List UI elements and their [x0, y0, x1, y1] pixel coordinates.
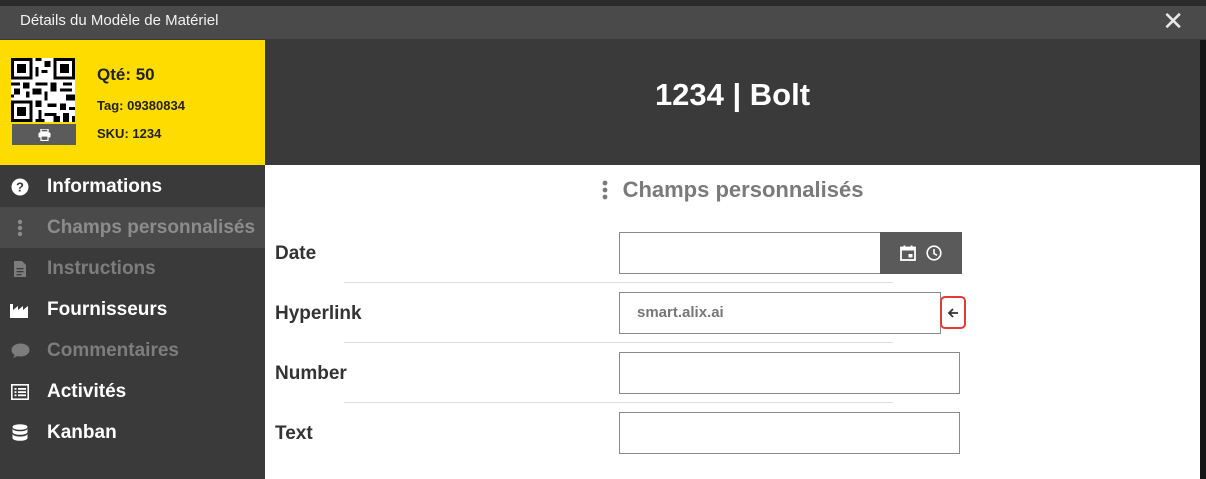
clock-icon [926, 245, 942, 261]
sidebar-item-kanban[interactable]: Kanban [0, 412, 265, 453]
sidebar-menu: ? Informations Champs personnalisés Inst… [0, 166, 265, 453]
sidebar-item-label: Informations [47, 175, 163, 197]
sidebar-item-champs-personnalises[interactable]: Champs personnalisés [0, 207, 265, 248]
tag-text: Tag: 09380834 [97, 98, 185, 113]
custom-fields-panel: Champs personnalisés Date Hyperlink smar… [265, 165, 1200, 479]
printer-icon [38, 128, 50, 141]
sidebar-item-instructions[interactable]: Instructions [0, 248, 265, 289]
section-title: Champs personnalisés [622, 177, 864, 202]
field-label-date: Date [275, 243, 317, 264]
sidebar-item-label: Activités [47, 380, 127, 402]
sidebar-item-label: Kanban [47, 421, 117, 443]
hyperlink-field[interactable]: smart.alix.ai [619, 292, 941, 334]
text-field[interactable] [619, 412, 960, 454]
open-link-button[interactable] [940, 296, 966, 329]
field-divider [344, 402, 893, 403]
list-icon [10, 383, 30, 400]
sidebar-item-label: Fournisseurs [47, 298, 168, 320]
sidebar-item-fournisseurs[interactable]: Fournisseurs [0, 289, 265, 330]
sidebar: Qté: 50 Tag: 09380834 SKU: 1234 ? Inform… [0, 40, 265, 479]
section-heading: Champs personnalisés [265, 177, 1200, 203]
arrow-left-icon [947, 307, 958, 318]
svg-text:?: ? [16, 179, 24, 194]
date-time-picker-button[interactable] [880, 232, 962, 274]
close-icon[interactable]: ✕ [1162, 7, 1184, 35]
field-divider [344, 282, 893, 283]
vertical-dots-icon [10, 219, 30, 237]
field-label-number: Number [275, 363, 347, 384]
sidebar-item-commentaires[interactable]: Commentaires [0, 330, 265, 371]
sidebar-item-label: Commentaires [47, 339, 179, 361]
speech-bubble-icon [10, 343, 30, 359]
sidebar-item-informations[interactable]: ? Informations [0, 166, 265, 207]
document-icon [10, 260, 30, 278]
qr-code-icon [11, 58, 75, 122]
field-label-hyperlink: Hyperlink [275, 303, 362, 324]
sidebar-item-activites[interactable]: Activités [0, 371, 265, 412]
database-icon [10, 423, 30, 442]
detail-header: 1234 | Bolt [265, 40, 1200, 165]
background-app-edge [1200, 40, 1206, 479]
summary-card: Qté: 50 Tag: 09380834 SKU: 1234 [0, 40, 265, 165]
quantity-text: Qté: 50 [97, 65, 155, 84]
page-title: 1234 | Bolt [654, 77, 811, 112]
modal-title: Détails du Modèle de Matériel [20, 12, 219, 29]
factory-icon [10, 301, 30, 318]
question-circle-icon: ? [10, 178, 30, 196]
modal-title-bar: Détails du Modèle de Matériel ✕ [0, 6, 1206, 40]
calendar-icon [900, 245, 916, 261]
print-label-button[interactable] [12, 124, 76, 145]
vertical-dots-icon [602, 180, 607, 200]
number-field[interactable] [619, 352, 960, 394]
sidebar-item-label: Champs personnalisés [47, 216, 256, 238]
field-divider [344, 342, 893, 343]
date-field[interactable] [619, 232, 881, 274]
field-label-text: Text [275, 423, 313, 444]
sku-text: SKU: 1234 [97, 126, 162, 141]
sidebar-item-label: Instructions [47, 257, 156, 279]
